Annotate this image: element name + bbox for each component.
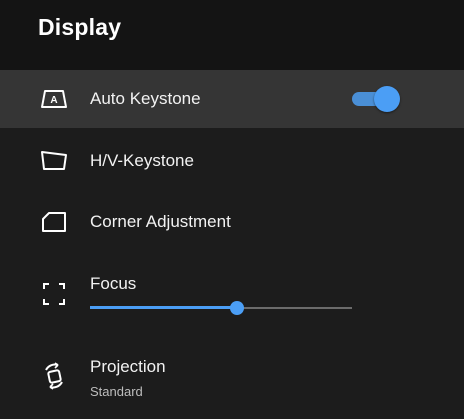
auto-keystone-icon: A bbox=[40, 85, 68, 113]
projection-icon bbox=[40, 362, 68, 390]
toggle-knob bbox=[374, 86, 400, 112]
corner-adjustment-icon bbox=[40, 208, 68, 236]
auto-keystone-label: Auto Keystone bbox=[90, 89, 201, 108]
slider-fill bbox=[90, 306, 237, 309]
slider-thumb[interactable] bbox=[230, 301, 244, 315]
projection-row[interactable]: Projection Standard bbox=[0, 344, 464, 410]
corner-adjustment-label: Corner Adjustment bbox=[90, 212, 231, 231]
corner-adjustment-row[interactable]: Corner Adjustment bbox=[0, 192, 464, 250]
svg-text:A: A bbox=[50, 95, 57, 106]
hv-keystone-label: H/V-Keystone bbox=[90, 151, 194, 170]
focus-row[interactable]: Focus bbox=[0, 262, 464, 330]
hv-keystone-icon bbox=[40, 147, 68, 175]
auto-keystone-toggle[interactable] bbox=[352, 86, 400, 112]
focus-label: Focus bbox=[90, 274, 137, 293]
projection-value: Standard bbox=[90, 384, 143, 399]
auto-keystone-row[interactable]: A Auto Keystone bbox=[0, 70, 464, 128]
header: Display bbox=[0, 0, 464, 70]
hv-keystone-row[interactable]: H/V-Keystone bbox=[0, 132, 464, 190]
focus-icon bbox=[40, 280, 68, 308]
page-title: Display bbox=[38, 14, 122, 40]
projection-label: Projection bbox=[90, 357, 166, 376]
display-settings-panel: Display A Auto Keystone H/V-Keystone Cor… bbox=[0, 0, 464, 419]
focus-slider[interactable] bbox=[90, 298, 352, 318]
